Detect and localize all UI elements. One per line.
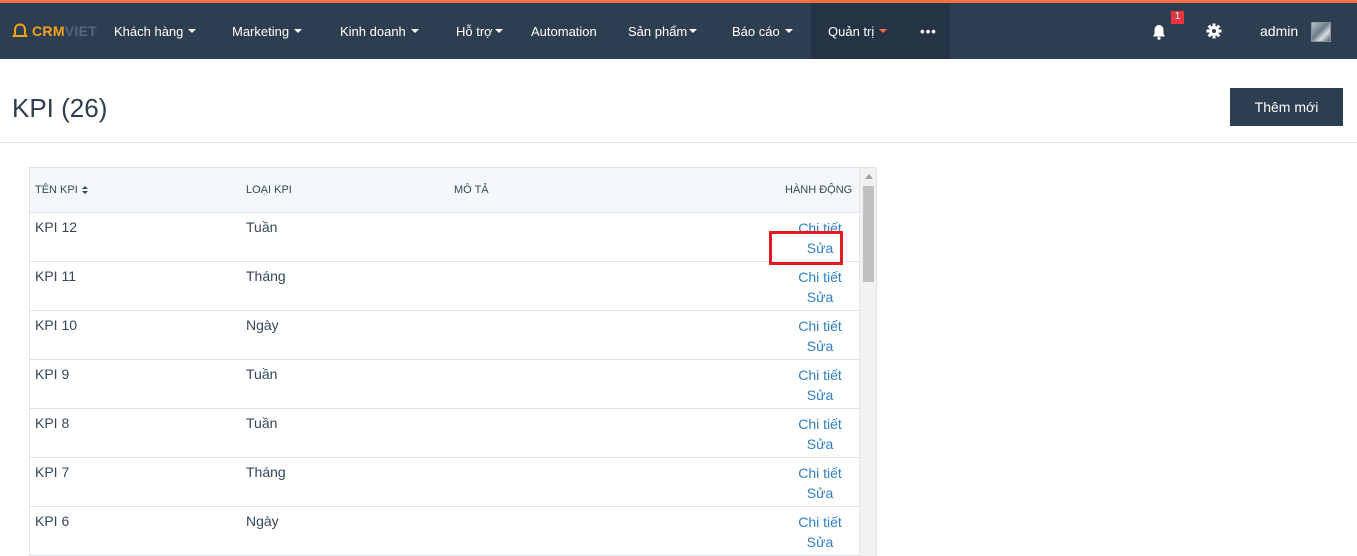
kpi-name: KPI 7 [35, 464, 70, 480]
user-name: admin [1260, 23, 1299, 39]
kpi-table: TÊN KPI LOẠI KPI MÔ TẢ HÀNH ĐỘNG KPI 12 … [29, 167, 877, 556]
column-header-name[interactable]: TÊN KPI [35, 184, 88, 196]
nav-item-sales[interactable]: Kinh doanh [340, 3, 419, 59]
nav-item-customers[interactable]: Khách hàng [114, 3, 197, 59]
nav-more-button[interactable]: ••• [907, 3, 950, 59]
row-actions: Chi tiết Sửa [785, 512, 855, 552]
table-row: KPI 9 Tuần Chi tiết Sửa [30, 360, 859, 409]
nav-item-label: Automation [531, 23, 597, 39]
edit-link[interactable]: Sửa [785, 336, 855, 356]
sort-icon[interactable] [81, 185, 88, 195]
column-header-type: LOẠI KPI [246, 184, 292, 196]
nav-item-label: Sản phẩm [628, 23, 688, 39]
user-menu[interactable]: admin [1260, 3, 1298, 59]
nav-item-label: Báo cáo [732, 23, 780, 39]
detail-link[interactable]: Chi tiết [785, 365, 855, 385]
kpi-name: KPI 6 [35, 513, 70, 529]
column-header-actions: HÀNH ĐỘNG [785, 184, 853, 196]
nav-item-products[interactable]: Sản phẩm [628, 3, 698, 59]
table-scrollbar[interactable] [859, 168, 876, 556]
edit-link[interactable]: Sửa [785, 434, 855, 454]
table-row: KPI 6 Ngày Chi tiết Sửa [30, 507, 859, 556]
column-header-description: MÔ TẢ [454, 184, 489, 196]
scroll-up-arrow-icon[interactable] [865, 174, 873, 179]
add-new-button[interactable]: Thêm mới [1230, 88, 1343, 126]
row-actions: Chi tiết Sửa [785, 316, 855, 356]
edit-link[interactable]: Sửa [785, 385, 855, 405]
nav-item-admin[interactable]: Quản trị [811, 3, 907, 59]
brand-logo[interactable]: CRMVIET [12, 22, 97, 40]
row-actions: Chi tiết Sửa [785, 463, 855, 503]
edit-link[interactable]: Sửa [785, 532, 855, 552]
table-row: KPI 7 Tháng Chi tiết Sửa [30, 458, 859, 507]
chevron-down-icon [410, 29, 419, 33]
chevron-down-icon [494, 29, 503, 33]
avatar[interactable] [1311, 22, 1331, 42]
row-actions: Chi tiết Sửa [785, 267, 855, 307]
nav-item-label: Hỗ trợ [456, 23, 493, 39]
gear-icon[interactable] [1205, 22, 1223, 45]
edit-link[interactable]: Sửa [785, 287, 855, 307]
nav-item-marketing[interactable]: Marketing [232, 3, 303, 59]
nav-item-label: Marketing [232, 23, 290, 39]
logo-text: CRMVIET [32, 23, 98, 39]
detail-link[interactable]: Chi tiết [785, 267, 855, 287]
chevron-down-icon [294, 29, 303, 33]
detail-link[interactable]: Chi tiết [785, 414, 855, 434]
kpi-name: KPI 8 [35, 415, 70, 431]
table-row: KPI 12 Tuần Chi tiết Sửa [30, 213, 859, 262]
chevron-down-icon [188, 29, 197, 33]
more-icon: ••• [920, 23, 937, 39]
notification-bell-icon[interactable] [1150, 23, 1168, 46]
kpi-name: KPI 12 [35, 219, 78, 235]
nav-item-label: Kinh doanh [340, 23, 406, 39]
detail-link[interactable]: Chi tiết [785, 512, 855, 532]
nav-item-label: Khách hàng [114, 23, 184, 39]
scroll-thumb[interactable] [863, 186, 874, 282]
kpi-name: KPI 11 [35, 268, 76, 284]
kpi-name: KPI 10 [35, 317, 78, 333]
edit-link-highlight-box [769, 231, 843, 265]
row-actions: Chi tiết Sửa [785, 414, 855, 454]
header-divider [0, 142, 1357, 143]
kpi-type: Tháng [246, 464, 286, 480]
nav-item-support[interactable]: Hỗ trợ [456, 3, 503, 59]
logo-bell-icon [12, 23, 28, 37]
nav-item-label: Quản trị [828, 23, 875, 39]
detail-link[interactable]: Chi tiết [785, 463, 855, 483]
table-row: KPI 8 Tuần Chi tiết Sửa [30, 409, 859, 458]
chevron-down-icon [784, 29, 793, 33]
kpi-type: Ngày [246, 317, 279, 333]
nav-item-automation[interactable]: Automation [531, 3, 597, 59]
page-title: KPI (26) [12, 93, 108, 123]
kpi-type: Ngày [246, 513, 279, 529]
detail-link[interactable]: Chi tiết [785, 316, 855, 336]
notification-badge: 1 [1171, 11, 1184, 24]
chevron-down-icon [689, 29, 698, 33]
kpi-type: Tuần [246, 219, 278, 235]
kpi-type: Tuần [246, 415, 278, 431]
kpi-type: Tuần [246, 366, 278, 382]
nav-item-reports[interactable]: Báo cáo [732, 3, 793, 59]
kpi-name: KPI 9 [35, 366, 70, 382]
table-row: KPI 10 Ngày Chi tiết Sửa [30, 311, 859, 360]
chevron-down-icon [879, 29, 888, 33]
row-actions: Chi tiết Sửa [785, 365, 855, 405]
table-row: KPI 11 Tháng Chi tiết Sửa [30, 262, 859, 311]
table-header: TÊN KPI LOẠI KPI MÔ TẢ HÀNH ĐỘNG [30, 168, 859, 213]
kpi-type: Tháng [246, 268, 286, 284]
edit-link[interactable]: Sửa [785, 483, 855, 503]
top-navbar: CRMVIET Khách hàng Marketing Kinh doanh … [0, 3, 1357, 59]
